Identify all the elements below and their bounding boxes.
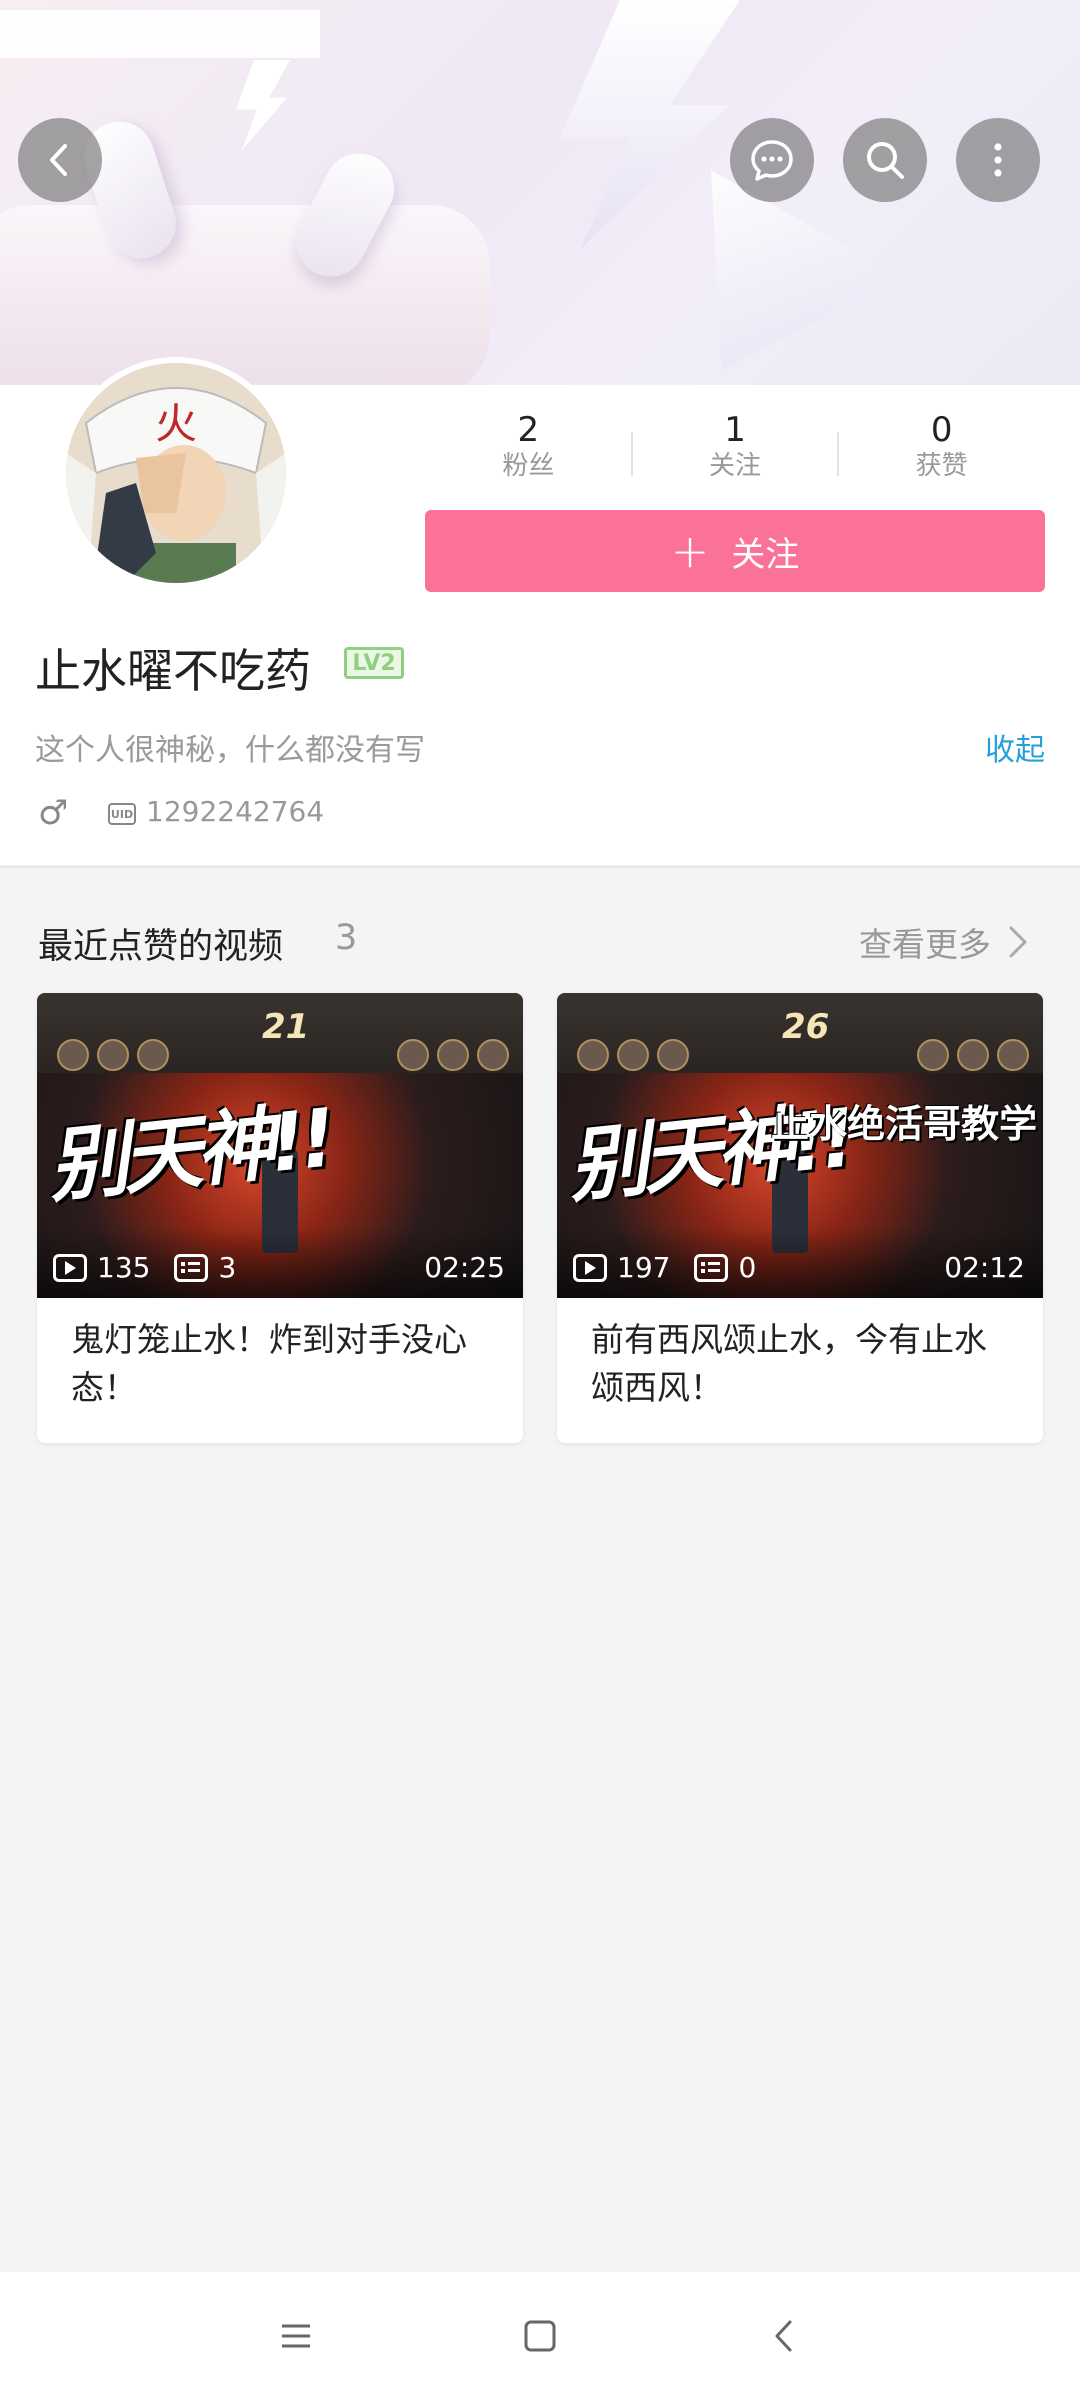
profile-card: 火 2 粉丝 1 关注 0 获赞 + 关注 止水曜不吃药 LV2 这个人很神秘，…	[0, 357, 1080, 865]
hud-avatar	[97, 1039, 129, 1071]
banner-decoration	[0, 205, 490, 385]
play-count-icon	[53, 1253, 87, 1282]
thumbnail-subtitle: 止水绝活哥教学	[770, 1102, 1037, 1146]
danmaku-icon	[174, 1253, 209, 1282]
hud-avatar	[997, 1039, 1029, 1071]
header-banner	[0, 0, 1080, 385]
stat-value: 0	[930, 410, 953, 450]
uid-icon: UID	[108, 803, 136, 825]
video-title[interactable]: 前有西风颂止水，今有止水颂西风！	[591, 1316, 1011, 1412]
svg-text:火: 火	[155, 399, 197, 448]
bio-text: 这个人很神秘，什么都没有写	[35, 733, 425, 768]
play-count: 197	[617, 1251, 671, 1284]
chat-icon	[751, 140, 793, 181]
video-card[interactable]: 26 别天神!! 止水绝活哥教学 197 0 02:12 前有西风颂止水，今有止…	[557, 993, 1043, 1443]
hud-avatar	[437, 1039, 469, 1071]
search-button[interactable]	[843, 118, 927, 202]
stat-likes[interactable]: 0 获赞	[838, 410, 1045, 490]
more-icon	[994, 143, 1002, 177]
stat-value: 1	[724, 410, 746, 450]
hud-avatar	[617, 1039, 649, 1071]
stat-following[interactable]: 1 关注	[632, 410, 839, 490]
video-card[interactable]: 21 别天神!! 135 3 02:25 鬼灯笼止水！炸到对手没心态！	[37, 993, 523, 1443]
uid-text: 1292242764	[146, 795, 325, 828]
follow-button[interactable]: + 关注	[425, 510, 1045, 592]
play-count-icon	[573, 1253, 607, 1282]
stat-label: 关注	[709, 451, 762, 481]
banner-decoration	[236, 60, 290, 150]
hud-avatar	[477, 1039, 509, 1071]
play-count: 135	[97, 1251, 151, 1284]
video-thumbnail[interactable]: 21 别天神!! 135 3 02:25	[37, 993, 523, 1298]
thumbnail-hud: 26	[557, 993, 1043, 1073]
stat-value: 2	[517, 410, 540, 450]
thumbnail-hud: 21	[37, 993, 523, 1073]
hud-avatar	[397, 1039, 429, 1071]
avatar[interactable]: 火	[60, 357, 292, 589]
danmaku-count: 3	[218, 1251, 237, 1284]
stat-label: 粉丝	[502, 451, 555, 481]
home-icon[interactable]	[516, 2312, 564, 2360]
video-title[interactable]: 鬼灯笼止水！炸到对手没心态！	[71, 1316, 491, 1412]
hud-avatar	[957, 1039, 989, 1071]
search-icon	[867, 142, 904, 179]
see-more-button[interactable]: 查看更多	[859, 918, 1035, 966]
see-more-label: 查看更多	[859, 925, 991, 964]
gender-male-icon: ♂	[38, 793, 69, 833]
hud-avatar	[917, 1039, 949, 1071]
stats-row: 2 粉丝 1 关注 0 获赞	[425, 410, 1045, 490]
video-thumbnail[interactable]: 26 别天神!! 止水绝活哥教学 197 0 02:12	[557, 993, 1043, 1298]
level-badge: LV2	[344, 647, 404, 679]
system-nav-bar	[0, 2272, 1080, 2400]
stat-fans[interactable]: 2 粉丝	[425, 410, 632, 490]
section-title: 最近点赞的视频	[38, 927, 284, 967]
stat-label: 获赞	[915, 451, 968, 481]
back-nav-icon[interactable]	[760, 2312, 808, 2360]
status-bar-area	[0, 10, 320, 58]
plus-icon: +	[670, 524, 710, 578]
collapse-button[interactable]: 收起	[985, 725, 1045, 769]
menu-icon[interactable]	[272, 2312, 320, 2360]
video-meta: 197 0	[573, 1251, 756, 1284]
back-button[interactable]	[18, 118, 102, 202]
video-duration: 02:12	[944, 1251, 1025, 1284]
message-button[interactable]	[730, 118, 814, 202]
chevron-right-icon	[1009, 926, 1027, 958]
video-meta: 135 3	[53, 1251, 236, 1284]
hud-avatar	[137, 1039, 169, 1071]
back-icon	[50, 144, 67, 176]
banner-decoration	[560, 0, 740, 250]
section-divider	[0, 866, 1080, 868]
divider	[631, 432, 633, 476]
avatar-image: 火	[66, 363, 286, 583]
hud-avatar	[577, 1039, 609, 1071]
username: 止水曜不吃药	[35, 644, 311, 698]
hud-avatar	[657, 1039, 689, 1071]
divider	[837, 432, 839, 476]
danmaku-count: 0	[738, 1251, 757, 1284]
more-button[interactable]	[956, 118, 1040, 202]
video-duration: 02:25	[424, 1251, 505, 1284]
danmaku-icon	[694, 1253, 729, 1282]
hud-avatar	[57, 1039, 89, 1071]
thumbnail-level: 26	[782, 1007, 830, 1047]
section-count: 3	[335, 918, 358, 958]
follow-button-label: 关注	[731, 534, 800, 575]
thumbnail-level: 21	[262, 1007, 310, 1047]
